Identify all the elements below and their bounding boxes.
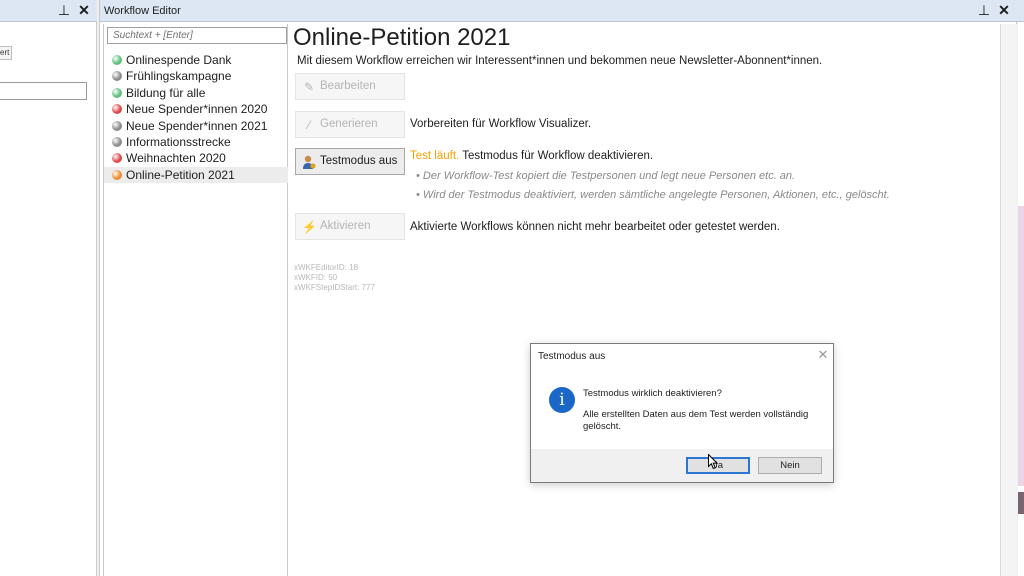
search-placeholder: Suchtext + [Enter]: [113, 30, 193, 41]
pin-icon[interactable]: ⊥: [56, 2, 72, 18]
list-item[interactable]: Informationsstrecke: [104, 134, 288, 150]
pencil-icon: ✎: [303, 80, 315, 94]
no-button[interactable]: Nein: [758, 457, 822, 474]
right-panel-bar: [1018, 492, 1024, 514]
list-item[interactable]: Neue Spender*innen 2021: [104, 118, 288, 134]
list-item-label: Weihnachten 2020: [126, 151, 226, 166]
editor-dock-header: Workflow Editor ⊥ ✕: [100, 0, 1018, 22]
status-dot-icon: [112, 55, 122, 65]
close-icon[interactable]: ✕: [996, 2, 1012, 18]
status-dot-icon: [112, 153, 122, 164]
list-item[interactable]: Weihnachten 2020: [104, 150, 288, 166]
pin-icon[interactable]: ⊥: [976, 2, 992, 18]
close-icon[interactable]: ✕: [815, 347, 831, 363]
list-item[interactable]: Bildung für alle: [104, 85, 288, 101]
debug-step-start-id: xWKFStepIDStart: 777: [294, 283, 375, 292]
testmode-off-button-label: Testmodus aus: [320, 155, 398, 167]
edit-button-label: Bearbeiten: [320, 80, 376, 92]
left-panel-tab-label: ert: [0, 48, 10, 57]
generate-description: Vorbereiten für Workflow Visualizer.: [410, 118, 592, 130]
workflow-detail-pane: Online-Petition 2021 Mit diesem Workflow…: [290, 24, 1000, 576]
list-item[interactable]: Onlinespende Dank: [104, 52, 288, 68]
right-dock-panel: [1018, 0, 1024, 576]
list-item[interactable]: Neue Spender*innen 2020: [104, 101, 288, 117]
debug-editor-id: xWKFEditorID: 18: [294, 263, 359, 272]
yes-button[interactable]: Ja: [686, 457, 750, 474]
dialog-message: Alle erstellten Daten aus dem Test werde…: [583, 409, 809, 432]
close-icon[interactable]: ✕: [76, 2, 92, 18]
testmode-note-text: Wird der Testmodus deaktiviert, werden s…: [422, 189, 890, 201]
workflow-description: Mit diesem Workflow erreichen wir Intere…: [297, 55, 823, 67]
debug-workflow-id: xWKFID: 50: [294, 273, 338, 282]
edit-button[interactable]: ✎ Bearbeiten: [295, 73, 405, 100]
left-panel-tab[interactable]: ert: [0, 46, 12, 60]
testmode-description: Testmodus für Workflow deaktivieren.: [462, 150, 654, 162]
testmode-note: • Der Workflow-Test kopiert die Testpers…: [416, 170, 796, 182]
left-panel-input[interactable]: [0, 82, 87, 100]
testmode-note-text: Der Workflow-Test kopiert die Testperson…: [422, 170, 796, 182]
testmode-description-line: Test läuft. Testmodus für Workflow deakt…: [410, 150, 653, 162]
info-icon: i: [549, 387, 575, 413]
page-title: Online-Petition 2021: [293, 24, 511, 51]
wand-icon: ⁄: [307, 118, 310, 132]
generate-button-label: Generieren: [320, 118, 378, 130]
list-item-label: Frühlingskampagne: [126, 69, 232, 84]
dialog-question: Testmodus wirklich deaktivieren?: [583, 388, 722, 399]
status-dot-icon: [112, 169, 122, 180]
mouse-cursor-icon: [708, 454, 718, 470]
test-status-text: Test läuft.: [410, 150, 460, 162]
status-dot-icon: [112, 87, 122, 98]
user-test-icon: [302, 154, 316, 170]
list-item[interactable]: Online-Petition 2021: [104, 166, 288, 184]
workflow-list: Onlinespende Dank Frühlingskampagne Bildun…: [104, 52, 288, 184]
status-dot-icon: [112, 71, 122, 82]
list-item-label: Neue Spender*innen 2020: [126, 102, 268, 117]
list-item-label: Neue Spender*innen 2021: [126, 118, 268, 133]
right-dock-header: [1018, 0, 1024, 22]
dialog-button-bar: Ja Nein: [531, 449, 833, 482]
activate-description: Aktivierte Workflows können nicht mehr b…: [410, 221, 780, 233]
status-dot-icon: [112, 104, 122, 115]
testmode-note: • Wird der Testmodus deaktiviert, werden…: [416, 189, 890, 201]
status-dot-icon: [112, 120, 122, 131]
status-dot-icon: [112, 136, 122, 147]
dialog-title: Testmodus aus: [538, 351, 606, 362]
workflow-editor-window: Workflow Editor ⊥ ✕ Suchtext + [Enter] O…: [99, 0, 1018, 576]
list-item-label: Bildung für alle: [126, 85, 206, 100]
list-item-label: Online-Petition 2021: [126, 167, 235, 182]
confirm-dialog: Testmodus aus ✕ i Testmodus wirklich dea…: [530, 343, 834, 483]
lightning-icon: ⚡: [302, 220, 317, 234]
app-root: ⊥ ✕ ert Workflow Editor ⊥ ✕ Suchtext + […: [0, 0, 1024, 576]
list-item-label: Informationsstrecke: [126, 134, 231, 149]
generate-button[interactable]: ⁄ Generieren: [295, 111, 405, 138]
search-input[interactable]: Suchtext + [Enter]: [107, 27, 287, 44]
right-panel-content: [1018, 206, 1024, 486]
list-item[interactable]: Frühlingskampagne: [104, 68, 288, 84]
workflow-list-pane: Suchtext + [Enter] Onlinespende Dank Früh…: [103, 24, 288, 576]
testmode-off-button[interactable]: Testmodus aus: [295, 148, 405, 175]
editor-window-title: Workflow Editor: [104, 5, 181, 17]
left-dock-panel: ⊥ ✕ ert: [0, 0, 97, 576]
activate-button[interactable]: ⚡ Aktivieren: [295, 213, 405, 240]
scrollbar[interactable]: [1000, 24, 1017, 576]
activate-button-label: Aktivieren: [320, 220, 371, 232]
list-item-label: Onlinespende Dank: [126, 53, 232, 67]
left-dock-header: ⊥ ✕: [0, 0, 97, 22]
